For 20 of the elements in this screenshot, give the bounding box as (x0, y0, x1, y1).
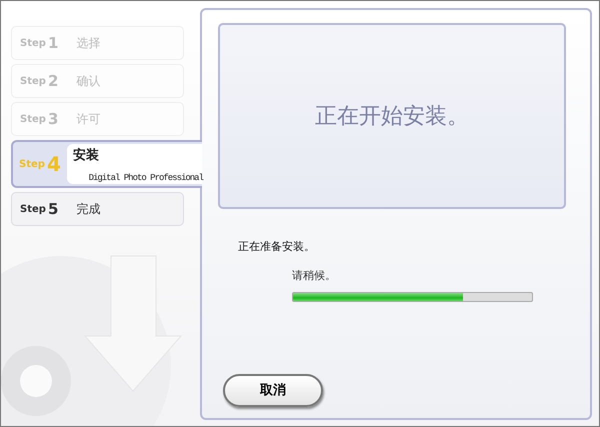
progress-caption: 请稍候。 (292, 268, 337, 284)
status-text: 正在准备安装。 (238, 239, 316, 255)
step-label: Step (19, 158, 45, 172)
step-name: 完成 (76, 201, 100, 218)
step-name: 安装 (72, 146, 100, 165)
step-name: 确认 (76, 73, 100, 90)
step-number: 3 (48, 108, 58, 130)
step-number: 1 (48, 32, 58, 54)
step-number: 2 (48, 70, 58, 92)
step-label: Step (20, 36, 46, 50)
step-name: 选择 (76, 35, 100, 52)
step-label: Step (20, 202, 46, 216)
install-heading: 正在开始安装。 (315, 102, 469, 130)
cancel-button[interactable]: 取消 (223, 374, 323, 407)
product-name: Digital Photo Professional (88, 172, 203, 184)
step-number: 4 (46, 151, 61, 178)
step-name: 许可 (76, 111, 100, 128)
step-number: 5 (48, 198, 58, 220)
step-label: Step (20, 74, 46, 88)
step-label: Step (20, 112, 46, 126)
